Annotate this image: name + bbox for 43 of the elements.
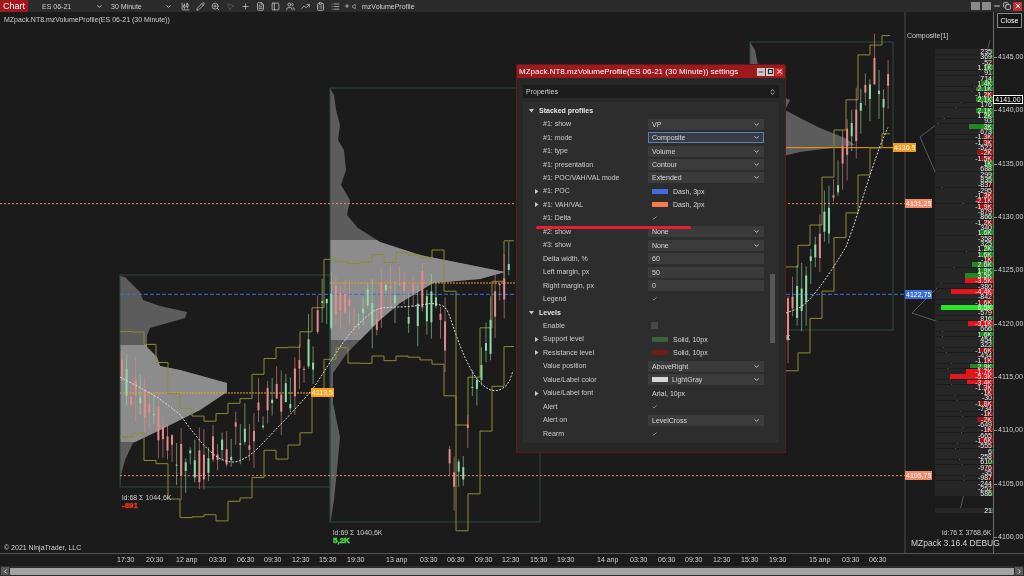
chevron-down-icon	[96, 2, 103, 10]
pencil-icon[interactable]	[196, 1, 205, 11]
maximize-icon[interactable]	[766, 67, 774, 76]
clipboard-icon[interactable]	[316, 1, 325, 11]
chevron-down-icon	[165, 2, 172, 10]
close-icon[interactable]	[775, 67, 783, 76]
zoom-icon[interactable]	[211, 1, 220, 11]
checkbox[interactable]	[651, 322, 658, 330]
sort-icon[interactable]	[769, 87, 776, 96]
checkbox[interactable]	[651, 403, 658, 411]
checkbox[interactable]	[651, 430, 658, 438]
caret-right-icon[interactable]	[534, 390, 539, 396]
profile-delta: 5,2K	[333, 537, 350, 545]
caret-right-icon[interactable]	[534, 350, 539, 356]
document-icon[interactable]	[256, 1, 265, 11]
people-icon[interactable]	[286, 1, 295, 11]
caret-right-icon[interactable]	[534, 202, 539, 208]
caret-right-icon[interactable]	[534, 336, 539, 342]
caret-down-icon[interactable]	[529, 310, 534, 315]
scroll-left-icon[interactable]	[1, 567, 9, 575]
chart-tab[interactable]: Chart	[0, 0, 28, 12]
trend-icon[interactable]	[301, 1, 310, 11]
close-icon[interactable]	[1013, 1, 1022, 11]
speaker-icon[interactable]	[352, 2, 359, 10]
minimize-icon[interactable]	[757, 67, 765, 76]
version-label: MZpack 3.16.4 DEBUG	[911, 538, 1000, 548]
scrollbar-thumb[interactable]	[10, 567, 1014, 575]
plus-icon[interactable]	[344, 3, 350, 9]
scroll-right-icon[interactable]	[1015, 567, 1023, 575]
checkbox[interactable]	[651, 214, 658, 222]
scrollbar-thumb[interactable]	[770, 274, 775, 343]
dialog-title: MZpack.NT8.mzVolumeProfile(ES 06-21 (30 Minute)) settings	[519, 67, 739, 76]
checkbox[interactable]	[651, 295, 658, 303]
chevron-down-icon	[753, 416, 760, 424]
crosshair-icon[interactable]	[241, 1, 250, 11]
caret-down-icon[interactable]	[529, 108, 534, 114]
restore-icon[interactable]	[1003, 2, 1011, 10]
profile-delta: -891	[122, 502, 138, 510]
list-icon[interactable]	[331, 1, 340, 11]
panel-icon[interactable]	[271, 1, 280, 11]
candlestick-icon[interactable]	[181, 1, 190, 11]
caret-right-icon[interactable]	[534, 188, 539, 194]
minimize-icon[interactable]	[993, 2, 1001, 10]
